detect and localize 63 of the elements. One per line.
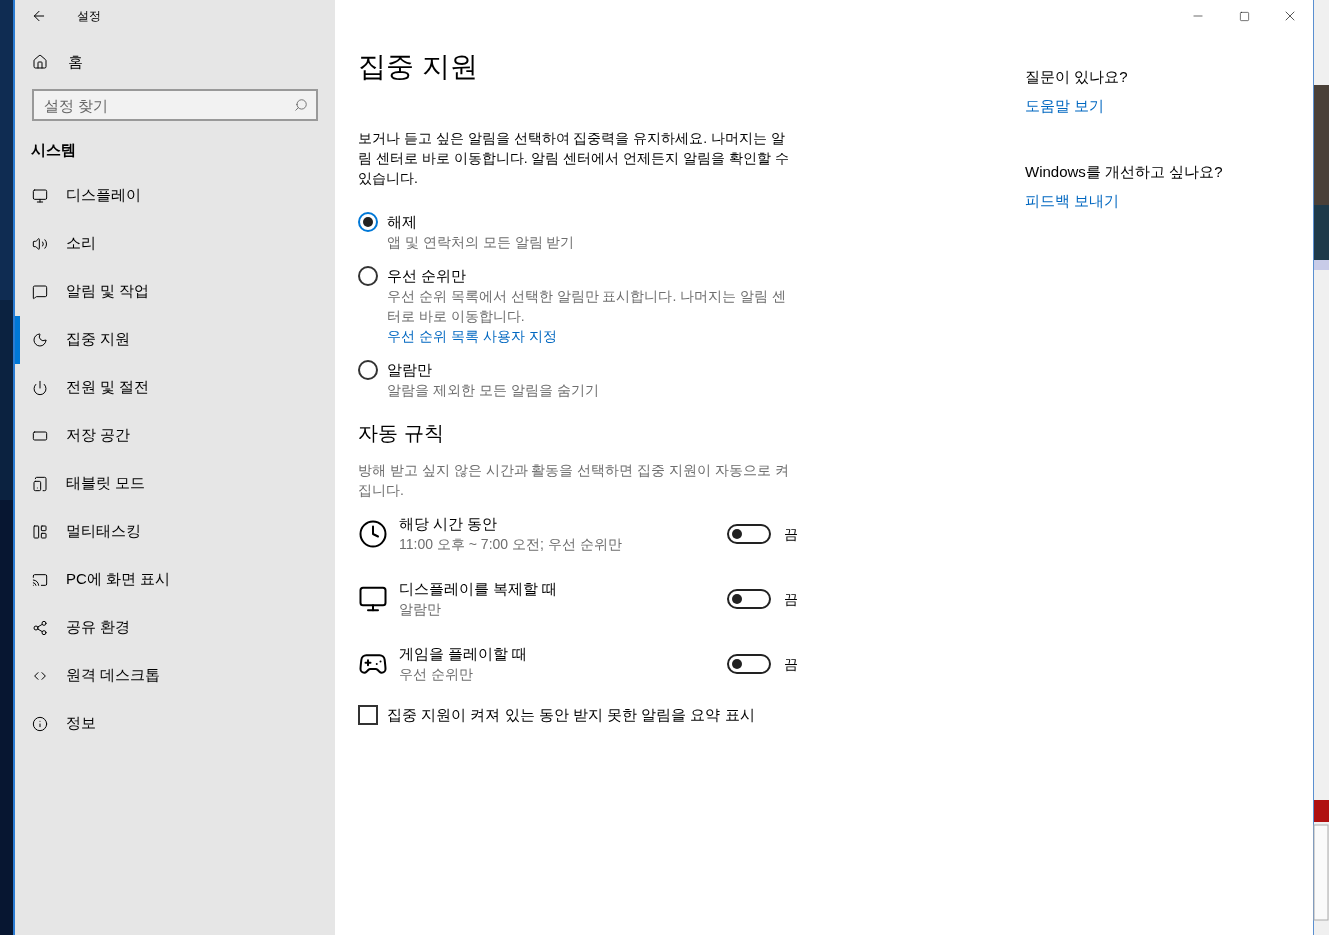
option-description: 앱 및 연락처의 모든 알림 받기 [387, 233, 576, 252]
help-link[interactable]: 피드백 보내기 [1025, 189, 1223, 212]
home-icon [32, 54, 48, 70]
option-description: 우선 순위 목록에서 선택한 알림만 표시합니다. 나머지는 알림 센터로 바로 이동합니다. [387, 287, 787, 326]
sidebar-item[interactable]: 원격 데스크톱 [15, 651, 335, 700]
help-question: 질문이 있나요? [1025, 67, 1129, 87]
clock-icon [358, 519, 388, 549]
speaker-icon [32, 235, 48, 252]
monitor-icon [358, 584, 388, 614]
checkbox[interactable] [358, 705, 378, 726]
toggle-state: 끔 [784, 589, 798, 609]
sidebar-item[interactable]: 정보 [15, 699, 335, 748]
section-heading: 시스템 [30, 140, 77, 160]
toggle-state: 끔 [784, 654, 798, 674]
rule-subtitle: 11:00 오후 ~ 7:00 오전; 우선 순위만 [399, 535, 623, 554]
maximize-icon [1238, 10, 1250, 22]
checkbox-label: 집중 지원이 켜져 있는 동안 받지 못한 알림을 요약 표시 [387, 705, 755, 725]
sidebar-item[interactable]: 저장 공간 [15, 411, 335, 460]
option-description: 알람을 제외한 모든 알림을 숨기기 [387, 381, 600, 400]
help-question: Windows를 개선하고 싶나요? [1025, 162, 1223, 182]
radio-button[interactable] [358, 360, 378, 380]
info-icon [32, 715, 48, 732]
rule-subtitle: 알람만 [399, 600, 442, 619]
sidebar-item[interactable]: 태블릿 모드 [15, 459, 335, 508]
rule-title: 게임을 플레이할 때 [399, 644, 529, 664]
tablet-icon [32, 475, 48, 492]
sidebar-item[interactable]: 디스플레이 [15, 171, 335, 220]
back-icon[interactable] [31, 8, 47, 24]
home-item[interactable]: 홈 [15, 38, 335, 86]
rules-intro: 방해 받고 싶지 않은 시간과 활동을 선택하면 집중 지원이 자동으로 켜집니다. [358, 461, 790, 500]
share-icon [32, 619, 48, 636]
sidebar-item[interactable]: 전원 및 절전 [15, 363, 335, 412]
sidebar-item[interactable]: PC에 화면 표시 [15, 555, 335, 604]
sidebar-item[interactable]: 멀티태스킹 [15, 507, 335, 556]
section-heading: 자동 규칙 [358, 421, 445, 446]
toggle-state: 끔 [784, 524, 798, 544]
rule-subtitle: 우선 순위만 [399, 665, 474, 684]
toggle-switch[interactable] [727, 589, 771, 609]
option-label: 해제 [387, 212, 418, 232]
sidebar-item[interactable]: 공유 환경 [15, 603, 335, 652]
radio-button[interactable] [358, 266, 378, 286]
monitor-icon [32, 187, 48, 204]
option-label: 알람만 [387, 360, 433, 380]
sidebar-item[interactable]: 소리 [15, 219, 335, 268]
option-label: 우선 순위만 [387, 266, 468, 286]
power-icon [32, 379, 48, 396]
radio-button[interactable] [358, 212, 378, 232]
projection-icon [32, 571, 48, 588]
search-icon [294, 98, 308, 112]
customize-link[interactable]: 우선 순위 목록 사용자 지정 [387, 326, 797, 346]
rule-title: 해당 시간 동안 [399, 514, 499, 534]
toggle-switch[interactable] [727, 524, 771, 544]
speech-bubble-icon [32, 283, 48, 300]
intro-text: 보거나 듣고 싶은 알림을 선택하여 집중력을 유지하세요. 나머지는 알림 센터로 바로 이동합니다. 알림 센터에서 언제든지 알림을 확인할 수 있습니다. [358, 129, 790, 188]
window-title: 설정 [77, 8, 101, 25]
moon-icon [32, 331, 48, 348]
page-title: 집중 지원 [358, 50, 479, 84]
sidebar-item[interactable]: 알림 및 작업 [15, 267, 335, 316]
multitask-icon [32, 523, 48, 540]
rule-title: 디스플레이를 복제할 때 [399, 579, 559, 599]
help-link[interactable]: 도움말 보기 [1025, 94, 1223, 117]
toggle-switch[interactable] [727, 654, 771, 674]
search-field[interactable]: 설정 찾기 [32, 89, 318, 121]
